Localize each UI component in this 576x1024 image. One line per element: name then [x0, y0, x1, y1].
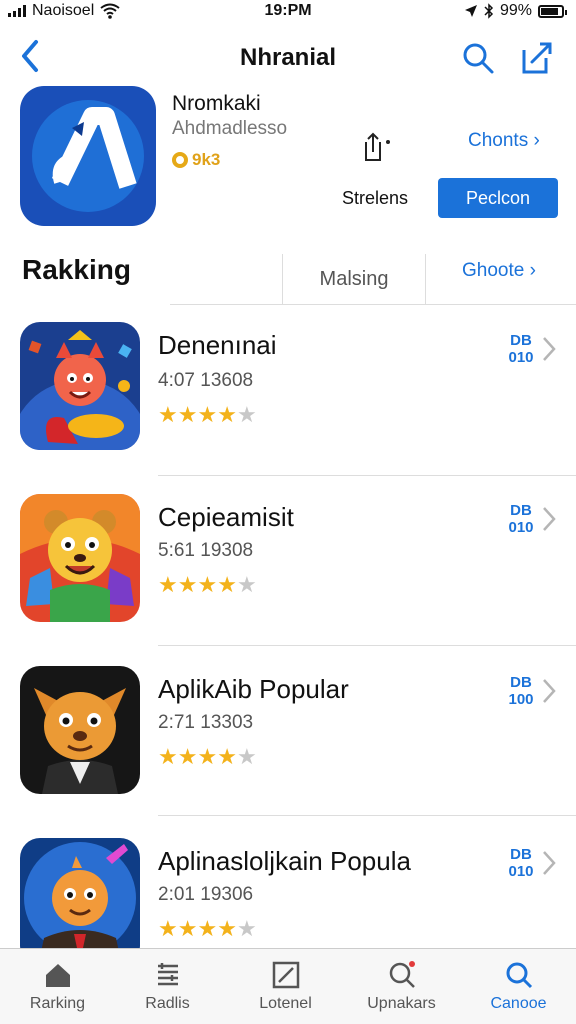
tab-radlis[interactable]: Radlis [110, 949, 225, 1024]
segment-right[interactable]: Ghoote › [462, 260, 536, 282]
chevron-right-icon: › [529, 260, 536, 281]
jester-game-icon [20, 322, 140, 450]
hero-app-name: Nromkaki [172, 92, 261, 115]
hero-primary-button[interactable]: Peclcon [438, 178, 558, 218]
app-name: Cepieamisit [158, 502, 294, 532]
hero-rating-value: 9k3 [192, 150, 221, 169]
tab-canooe[interactable]: Canooe [461, 949, 576, 1024]
chevron-right-icon[interactable] [540, 848, 558, 878]
tab-upnakars[interactable]: Upnakars [344, 949, 459, 1024]
badge-bottom: 010 [508, 519, 534, 536]
divider [170, 304, 576, 305]
search-notify-icon [389, 961, 415, 988]
tab-label: Radlis [145, 995, 190, 1012]
section-title: Rakking [22, 254, 131, 285]
hero-link[interactable]: Chonts › [468, 130, 540, 152]
app-badge: DB 010 [504, 846, 538, 880]
chevron-right-icon[interactable] [540, 676, 558, 706]
star-icon: ★ [177, 744, 198, 769]
star-icon: ★ [236, 572, 257, 597]
navigation-bar: Nhranial [0, 36, 576, 80]
search-icon[interactable] [460, 40, 496, 76]
star-icon: ★ [158, 916, 178, 941]
chevron-right-icon: › [533, 130, 540, 151]
bluetooth-icon [484, 3, 494, 19]
star-icon: ★ [236, 916, 257, 941]
list-item[interactable]: Denenınai 4:07 13608 ★★★★★ DB 010 [0, 306, 576, 476]
hero-subtitle: Ahdmadlesso [172, 118, 288, 139]
tab-bar: Rarking Radlis Lotenel Upnakars Canooe [0, 948, 576, 1024]
app-name: Aplinasloljkain Popula [158, 846, 411, 876]
star-icon: ★ [197, 402, 218, 427]
star-icon: ★ [217, 572, 237, 597]
battery-icon [538, 4, 567, 18]
star-icon: ★ [177, 572, 198, 597]
star-icon: ★ [158, 572, 178, 597]
app-badge: DB 010 [504, 332, 538, 366]
app-meta: 2:01 19306 [158, 884, 254, 905]
star-rating: ★★★★★ [158, 744, 257, 770]
fox-game-icon [20, 666, 140, 794]
badge-bottom: 100 [508, 691, 534, 708]
edit-square-icon [272, 961, 299, 989]
app-name: AplikAib Popular [158, 674, 349, 704]
star-icon: ★ [217, 916, 237, 941]
badge-top: DB [510, 502, 532, 519]
status-bar: Naoisoel 19:PM 99% [0, 0, 576, 24]
star-rating: ★★★★★ [158, 402, 257, 428]
hero-secondary-button[interactable]: Strelens [342, 188, 408, 209]
chevron-right-icon[interactable] [540, 504, 558, 534]
tab-label: Upnakars [367, 995, 436, 1012]
star-icon: ★ [197, 916, 218, 941]
star-icon: ★ [197, 744, 218, 769]
star-icon: ★ [177, 916, 198, 941]
tab-label: Rarking [29, 995, 86, 1012]
location-arrow-icon [464, 5, 477, 17]
tab-label: Canooe [490, 995, 547, 1012]
badge-bottom: 010 [508, 863, 534, 880]
hero-link-label: Chonts [468, 130, 529, 151]
tab-ranking[interactable]: Rarking [0, 949, 115, 1024]
star-icon: ★ [236, 744, 257, 769]
star-icon: ★ [236, 402, 257, 427]
star-icon: ★ [197, 572, 218, 597]
star-icon: ★ [177, 402, 198, 427]
list-icon [157, 963, 178, 986]
segment-middle[interactable]: Malsing [282, 254, 426, 304]
rating-circle-icon [172, 152, 188, 168]
app-badge: DB 100 [504, 674, 538, 708]
chevron-right-icon[interactable] [540, 334, 558, 364]
app-meta: 2:71 13303 [158, 712, 254, 733]
star-icon: ★ [158, 402, 178, 427]
list-item[interactable]: Cepieamisit 5:61 19308 ★★★★★ DB 010 [0, 476, 576, 646]
hero-game-icon [20, 838, 140, 966]
app-list: Denenınai 4:07 13608 ★★★★★ DB 010 Cepieam… [0, 306, 576, 986]
tab-lotenel[interactable]: Lotenel [228, 949, 343, 1024]
segment-right-label: Ghoote [462, 260, 525, 281]
list-item[interactable]: AplikAib Popular 2:71 13303 ★★★★★ DB 100 [0, 646, 576, 816]
share-icon[interactable] [360, 132, 394, 162]
app-meta: 4:07 13608 [158, 370, 254, 391]
star-icon: ★ [217, 402, 237, 427]
badge-top: DB [510, 674, 532, 691]
star-rating: ★★★★★ [158, 572, 257, 598]
app-meta: 5:61 19308 [158, 540, 254, 561]
status-right: 99% [464, 2, 567, 20]
star-rating: ★★★★★ [158, 916, 257, 942]
battery-percent: 99% [499, 2, 532, 19]
app-logo-icon[interactable] [20, 86, 156, 226]
hero-rating: 9k3 [172, 150, 220, 170]
search-icon [506, 962, 532, 989]
bear-game-icon [20, 494, 140, 622]
badge-bottom: 010 [508, 349, 534, 366]
tab-label: Lotenel [259, 995, 312, 1012]
home-icon [45, 964, 70, 987]
app-badge: DB 010 [504, 502, 538, 536]
badge-top: DB [510, 846, 532, 863]
app-name: Denenınai [158, 330, 277, 360]
star-icon: ★ [158, 744, 178, 769]
star-icon: ★ [217, 744, 237, 769]
compose-icon[interactable] [518, 40, 554, 76]
badge-top: DB [510, 332, 532, 349]
